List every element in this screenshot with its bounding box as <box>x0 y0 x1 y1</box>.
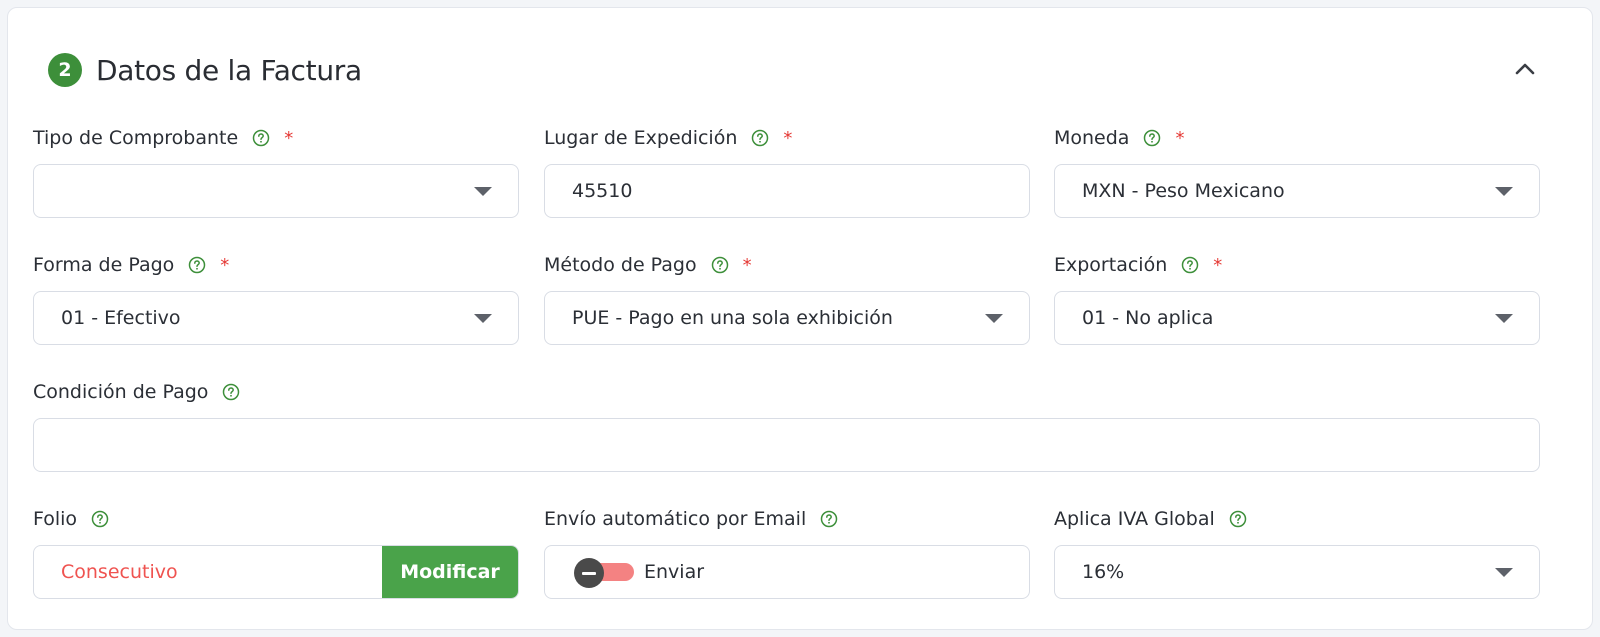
collapse-button[interactable] <box>1510 54 1540 84</box>
exportacion-label: Exportación <box>1054 254 1168 276</box>
metodo-pago-value: PUE - Pago en una sola exhibición <box>572 307 893 329</box>
condicion-pago-input[interactable] <box>33 418 1540 472</box>
metodo-pago-field: Método de Pago * PUE - Pago en una sola … <box>544 253 1030 345</box>
condicion-pago-field: Condición de Pago <box>33 380 1540 472</box>
caret-down-icon <box>1495 568 1513 577</box>
envio-email-label: Envío automático por Email <box>544 508 807 530</box>
caret-down-icon <box>1495 314 1513 323</box>
caret-down-icon <box>985 314 1003 323</box>
lugar-expedicion-label: Lugar de Expedición <box>544 127 738 149</box>
help-circle-icon[interactable] <box>820 510 838 528</box>
help-circle-icon[interactable] <box>1143 129 1161 147</box>
help-circle-icon[interactable] <box>711 256 729 274</box>
help-circle-icon[interactable] <box>1181 256 1199 274</box>
exportacion-field: Exportación * 01 - No aplica <box>1054 253 1540 345</box>
required-asterisk: * <box>742 254 752 276</box>
folio-label: Folio <box>33 508 78 530</box>
invoice-data-card: 2 Datos de la Factura Tipo de Comprobant… <box>7 7 1593 630</box>
required-asterisk: * <box>284 127 294 149</box>
required-asterisk: * <box>220 254 230 276</box>
section-title: Datos de la Factura <box>96 53 362 87</box>
help-circle-icon[interactable] <box>252 129 270 147</box>
moneda-select[interactable]: MXN - Peso Mexicano <box>1054 164 1540 218</box>
section-header: 2 Datos de la Factura <box>48 50 362 90</box>
help-circle-icon[interactable] <box>91 510 109 528</box>
help-circle-icon[interactable] <box>222 383 240 401</box>
required-asterisk: * <box>1213 254 1223 276</box>
lugar-expedicion-value: 45510 <box>572 180 633 202</box>
iva-global-label: Aplica IVA Global <box>1054 508 1215 530</box>
help-circle-icon[interactable] <box>188 256 206 274</box>
caret-down-icon <box>1495 187 1513 196</box>
envio-email-field: Envío automático por Email Enviar <box>544 507 1030 599</box>
tipo-comprobante-select[interactable] <box>33 164 519 218</box>
caret-down-icon <box>474 314 492 323</box>
required-asterisk: * <box>783 127 793 149</box>
chevron-up-icon <box>1515 63 1535 75</box>
iva-global-select[interactable]: 16% <box>1054 545 1540 599</box>
toggle-knob <box>574 558 604 588</box>
tipo-comprobante-label: Tipo de Comprobante <box>33 127 239 149</box>
email-toggle-label: Enviar <box>644 561 705 583</box>
metodo-pago-label: Método de Pago <box>544 254 697 276</box>
iva-global-field: Aplica IVA Global 16% <box>1054 507 1540 599</box>
exportacion-select[interactable]: 01 - No aplica <box>1054 291 1540 345</box>
forma-pago-label: Forma de Pago <box>33 254 175 276</box>
metodo-pago-select[interactable]: PUE - Pago en una sola exhibición <box>544 291 1030 345</box>
condicion-pago-label: Condición de Pago <box>33 381 209 403</box>
step-badge: 2 <box>48 53 82 87</box>
email-toggle[interactable] <box>574 558 636 588</box>
forma-pago-field: Forma de Pago * 01 - Efectivo <box>33 253 519 345</box>
lugar-expedicion-input[interactable]: 45510 <box>544 164 1030 218</box>
exportacion-value: 01 - No aplica <box>1082 307 1214 329</box>
help-circle-icon[interactable] <box>1229 510 1247 528</box>
forma-pago-value: 01 - Efectivo <box>61 307 181 329</box>
required-asterisk: * <box>1175 127 1185 149</box>
lugar-expedicion-field: Lugar de Expedición * 45510 <box>544 126 1030 218</box>
folio-value: Consecutivo <box>61 561 178 583</box>
folio-field: Folio Consecutivo Modificar <box>33 507 519 599</box>
moneda-label: Moneda <box>1054 127 1130 149</box>
envio-email-box: Enviar <box>544 545 1030 599</box>
caret-down-icon <box>474 187 492 196</box>
tipo-comprobante-field: Tipo de Comprobante * <box>33 126 519 218</box>
folio-input[interactable]: Consecutivo Modificar <box>33 545 519 599</box>
moneda-field: Moneda * MXN - Peso Mexicano <box>1054 126 1540 218</box>
modify-folio-button[interactable]: Modificar <box>382 546 518 598</box>
moneda-value: MXN - Peso Mexicano <box>1082 180 1285 202</box>
forma-pago-select[interactable]: 01 - Efectivo <box>33 291 519 345</box>
iva-global-value: 16% <box>1082 561 1125 583</box>
help-circle-icon[interactable] <box>751 129 769 147</box>
